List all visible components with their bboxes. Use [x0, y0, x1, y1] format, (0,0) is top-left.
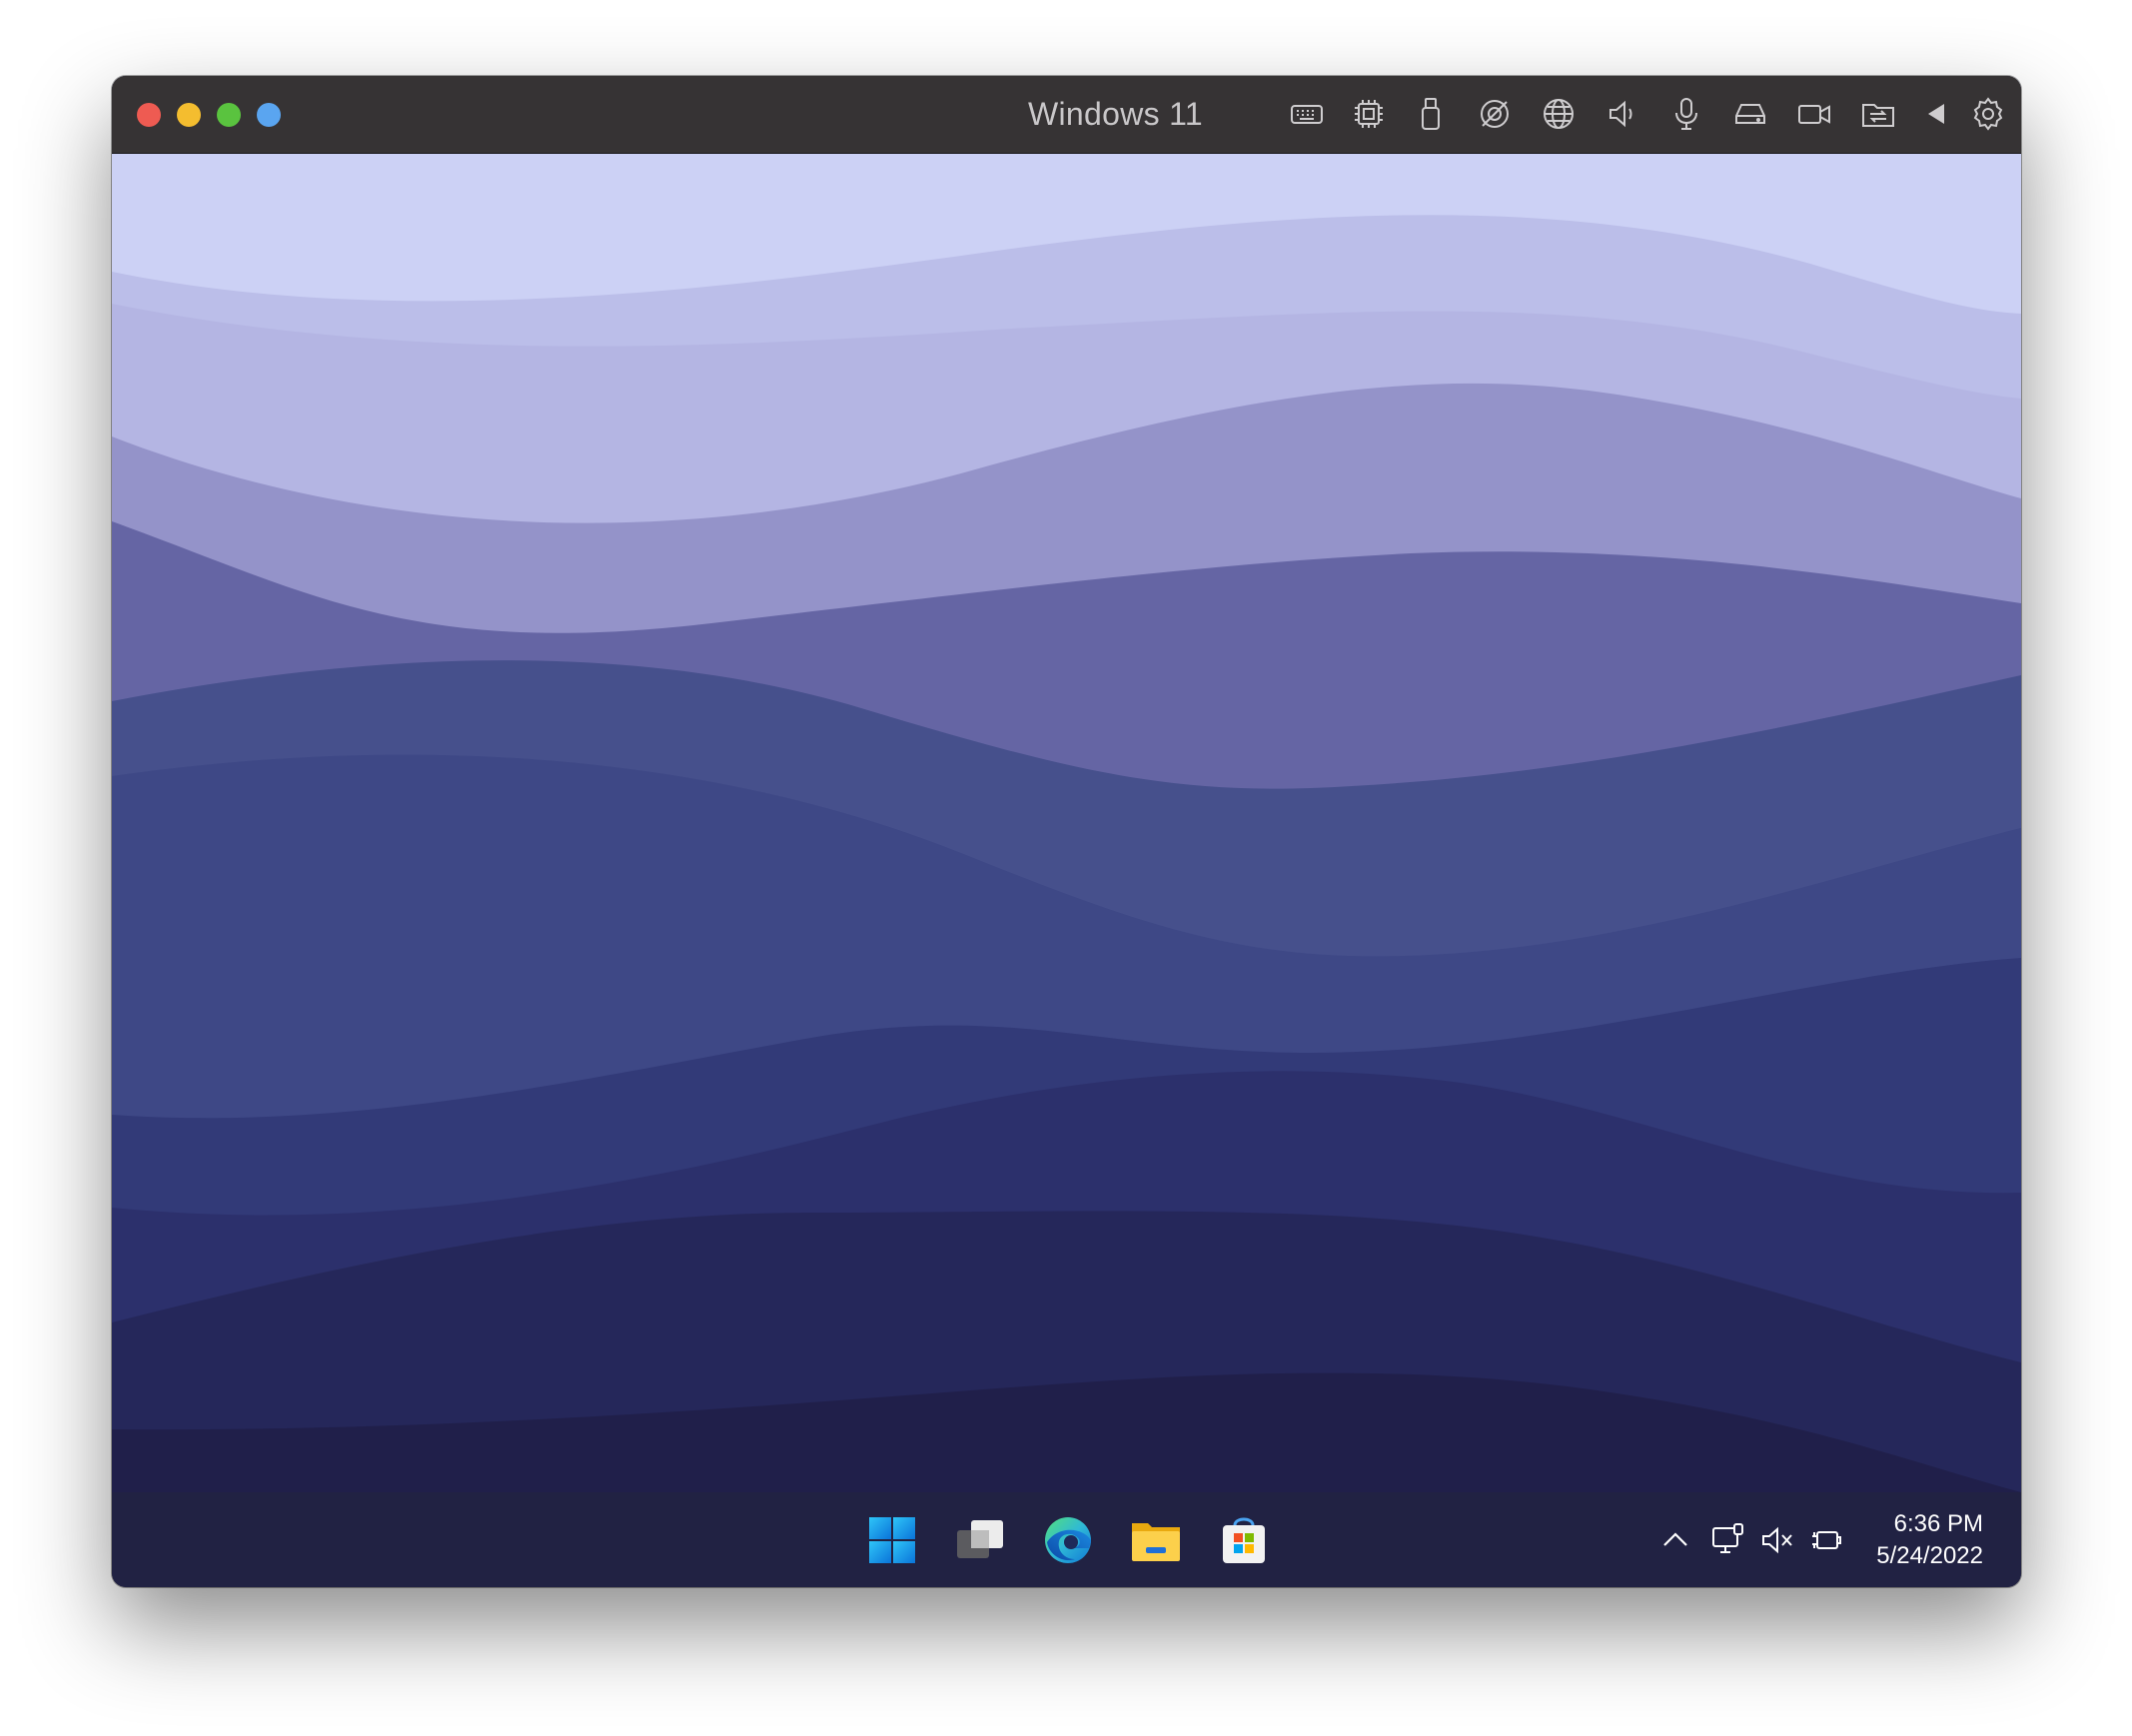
- taskbar-clock[interactable]: 6:36 PM 5/24/2022: [1876, 1508, 1983, 1572]
- show-hidden-icons-chevron[interactable]: [1657, 1520, 1693, 1560]
- volume-muted-icon[interactable]: [1757, 1520, 1797, 1560]
- video-camera-icon[interactable]: [1792, 92, 1836, 136]
- settings-gear-icon[interactable]: [1966, 92, 2010, 136]
- file-explorer-icon[interactable]: [1130, 1514, 1182, 1566]
- battery-charging-icon[interactable]: [1806, 1520, 1846, 1560]
- collapse-arrow-icon[interactable]: [1914, 92, 1958, 136]
- microphone-icon[interactable]: [1664, 92, 1708, 136]
- volume-icon[interactable]: [1600, 92, 1644, 136]
- microsoft-store-icon[interactable]: [1218, 1514, 1270, 1566]
- clock-date: 5/24/2022: [1876, 1542, 1983, 1569]
- hard-drive-icon[interactable]: [1728, 92, 1772, 136]
- cpu-icon[interactable]: [1347, 92, 1391, 136]
- edge-browser-icon[interactable]: [1042, 1514, 1094, 1566]
- desktop-wallpaper[interactable]: [112, 154, 2021, 1492]
- start-windows-icon[interactable]: [866, 1514, 918, 1566]
- keyboard-icon[interactable]: [1285, 92, 1329, 136]
- clock-time: 6:36 PM: [1893, 1510, 1983, 1537]
- taskbar: 6:36 PM 5/24/2022: [112, 1492, 2021, 1587]
- camera-off-icon[interactable]: [1473, 92, 1517, 136]
- usb-icon[interactable]: [1409, 92, 1453, 136]
- network-globe-icon[interactable]: [1537, 92, 1581, 136]
- shared-folder-icon[interactable]: [1856, 92, 1900, 136]
- network-icon[interactable]: [1708, 1520, 1748, 1560]
- title-bar: Windows 11: [112, 76, 2021, 154]
- vm-window: Windows 11 6:36 PM 5/24/2022: [112, 76, 2021, 1587]
- vm-toolbar: [112, 92, 2021, 136]
- task-view-icon[interactable]: [954, 1514, 1006, 1566]
